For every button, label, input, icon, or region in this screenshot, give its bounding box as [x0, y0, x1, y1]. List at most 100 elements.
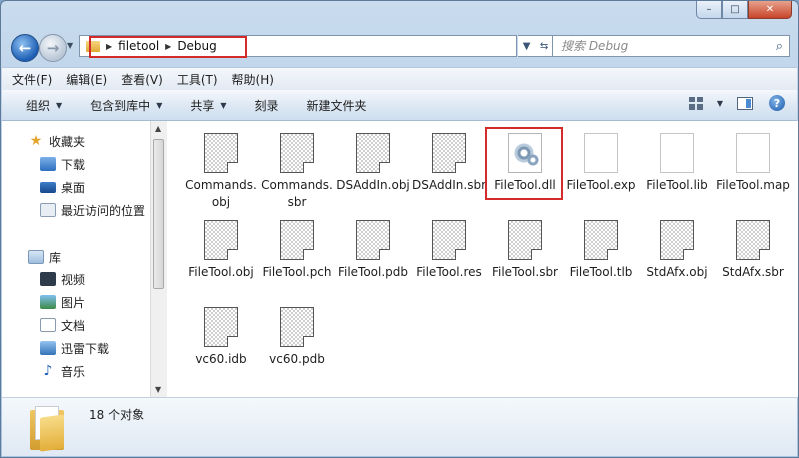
video-library-icon [40, 272, 56, 286]
generic-file-icon [432, 133, 466, 173]
scroll-up-icon[interactable]: ▲ [155, 124, 161, 133]
file-name: FileTool.obj [188, 265, 254, 279]
file-item[interactable]: Commands.obj [183, 133, 259, 211]
item-count: 18 个对象 [89, 408, 145, 422]
share-button[interactable]: 共享 ▼ [190, 97, 226, 114]
breadcrumb-filetool[interactable]: filetool [118, 39, 159, 53]
forward-button[interactable]: → [39, 34, 67, 62]
view-options-chevron-icon[interactable]: ▼ [717, 99, 723, 108]
include-in-library-button[interactable]: 包含到库中 ▼ [90, 97, 162, 114]
generic-file-icon [736, 220, 770, 260]
file-item[interactable]: FileTool.pch [259, 220, 335, 281]
menu-bar: 文件(F) 编辑(E) 查看(V) 工具(T) 帮助(H) [2, 67, 797, 91]
search-box[interactable]: ⌕ [552, 35, 790, 57]
file-item[interactable]: vc60.idb [183, 307, 259, 368]
navigation-pane: ★ 收藏夹 下载 桌面 最近访问的位置 库 视频 图片 文档 迅雷下载 ♪ 音乐 [2, 121, 150, 397]
generic-file-icon [356, 220, 390, 260]
scroll-down-icon[interactable]: ▼ [155, 385, 161, 394]
libraries-icon [28, 250, 44, 264]
music-note-icon: ♪ [43, 363, 53, 379]
menu-view[interactable]: 查看(V) [121, 71, 163, 88]
sidebar-item-favorites[interactable]: ★ 收藏夹 [28, 131, 85, 151]
chevron-down-icon: ▼ [56, 100, 63, 110]
share-label: 共享 [190, 98, 215, 113]
file-name: Commands.obj [185, 178, 257, 209]
file-item[interactable]: FileTool.obj [183, 220, 259, 281]
generic-file-icon [204, 133, 238, 173]
picture-library-icon [40, 295, 56, 309]
menu-help[interactable]: 帮助(H) [232, 71, 274, 88]
refresh-icon[interactable]: ⇆ [540, 41, 548, 52]
sidebar-item-label: 音乐 [61, 364, 86, 379]
sidebar-item-desktop[interactable]: 桌面 [40, 177, 85, 197]
file-item[interactable]: FileTool.tlb [563, 220, 639, 281]
close-button[interactable]: ✕ [748, 1, 792, 19]
new-folder-button[interactable]: 新建文件夹 [307, 97, 367, 114]
menu-file[interactable]: 文件(F) [12, 71, 52, 88]
address-dropdown-icon[interactable]: ▼ [523, 41, 531, 52]
organize-label: 组织 [26, 98, 51, 113]
file-item[interactable]: vc60.pdb [259, 307, 335, 368]
caption-buttons: – □ ✕ [696, 1, 792, 19]
search-icon[interactable]: ⌕ [776, 39, 783, 54]
desktop-icon [40, 181, 56, 193]
maximize-button[interactable]: □ [722, 1, 748, 19]
blank-file-icon [660, 133, 694, 173]
generic-file-icon [508, 220, 542, 260]
sidebar-item-pictures[interactable]: 图片 [40, 292, 85, 312]
menu-tools[interactable]: 工具(T) [177, 71, 218, 88]
file-name: StdAfx.sbr [722, 265, 784, 279]
sidebar-item-videos[interactable]: 视频 [40, 269, 85, 289]
search-input[interactable] [559, 38, 753, 54]
sidebar-item-recent-places[interactable]: 最近访问的位置 [40, 200, 145, 220]
burn-button[interactable]: 刻录 [255, 97, 279, 114]
file-name: FileTool.sbr [491, 265, 558, 279]
file-item[interactable]: StdAfx.obj [639, 220, 715, 281]
file-item[interactable]: FileTool.exp [563, 133, 639, 194]
navigation-pane-scrollbar[interactable]: ▲ ▼ [150, 121, 167, 397]
sidebar-item-downloads[interactable]: 下载 [40, 154, 85, 174]
forward-arrow-icon: → [46, 39, 60, 57]
back-button[interactable]: ← [11, 34, 39, 62]
sidebar-item-thunder-downloads[interactable]: 迅雷下载 [40, 338, 109, 358]
blank-file-icon [584, 133, 618, 173]
burn-label: 刻录 [254, 98, 279, 113]
breadcrumb-separator-icon[interactable]: ▶ [106, 42, 112, 51]
menu-edit[interactable]: 编辑(E) [66, 71, 107, 88]
change-view-icon[interactable] [688, 96, 703, 110]
sidebar-item-label: 图片 [61, 295, 86, 310]
file-item[interactable]: Commands.sbr [259, 133, 335, 211]
help-icon[interactable]: ? [769, 95, 785, 111]
file-item[interactable]: FileTool.dll [487, 133, 563, 194]
sidebar-item-libraries[interactable]: 库 [28, 247, 61, 267]
sidebar-item-music[interactable]: ♪ 音乐 [40, 361, 85, 381]
file-name: FileTool.tlb [569, 265, 633, 279]
file-item[interactable]: FileTool.pdb [335, 220, 411, 281]
address-bar[interactable]: ▶ filetool ▶ Debug [79, 35, 517, 57]
generic-file-icon [584, 220, 618, 260]
recent-pages-dropdown-icon[interactable]: ▼ [67, 41, 73, 50]
sidebar-item-label: 视频 [61, 272, 86, 287]
file-name: FileTool.dll [494, 178, 556, 192]
file-item[interactable]: FileTool.res [411, 220, 487, 281]
file-item[interactable]: FileTool.sbr [487, 220, 563, 281]
breadcrumb-separator-icon[interactable]: ▶ [165, 42, 171, 51]
star-icon: ★ [29, 133, 43, 149]
file-item[interactable]: FileTool.map [715, 133, 791, 194]
organize-button[interactable]: 组织 ▼ [26, 97, 62, 114]
minimize-button[interactable]: – [696, 1, 722, 19]
file-item[interactable]: DSAddIn.sbr [411, 133, 487, 194]
sidebar-item-documents[interactable]: 文档 [40, 315, 85, 335]
breadcrumb-debug[interactable]: Debug [177, 39, 216, 53]
file-item[interactable]: FileTool.lib [639, 133, 715, 194]
preview-pane-icon[interactable] [737, 96, 753, 110]
file-item[interactable]: DSAddIn.obj [335, 133, 411, 194]
generic-file-icon [280, 133, 314, 173]
file-name: FileTool.lib [646, 178, 708, 192]
details-pane: 18 个对象 [2, 397, 797, 456]
file-item[interactable]: StdAfx.sbr [715, 220, 791, 281]
file-list: Commands.obj Commands.sbr DSAddIn.obj DS… [167, 121, 798, 397]
include-in-library-label: 包含到库中 [90, 98, 151, 113]
scrollbar-thumb[interactable] [153, 139, 164, 289]
generic-file-icon [356, 133, 390, 173]
